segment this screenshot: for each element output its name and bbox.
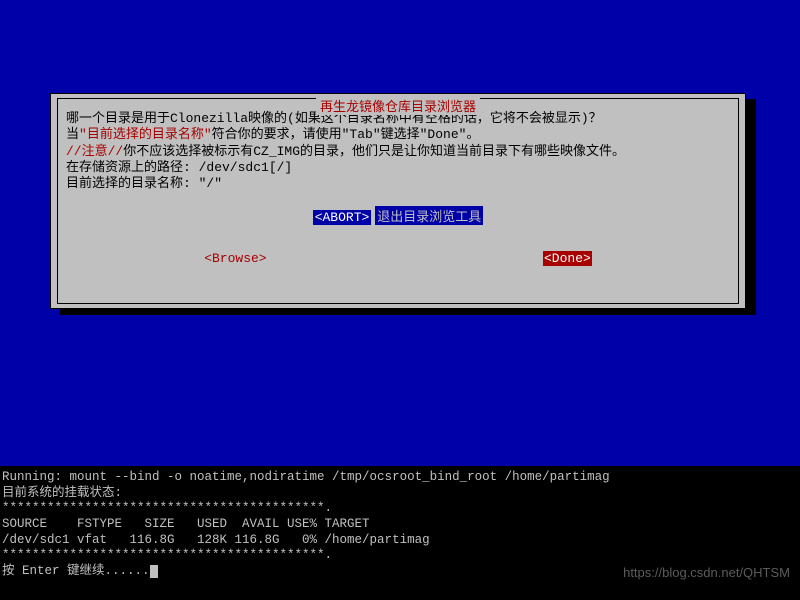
done-button[interactable]: <Done> [543, 251, 592, 266]
body-line5: 目前选择的目录名称: "/" [66, 176, 222, 191]
dialog-body: 哪一个目录是用于Clonezilla映像的(如果这个目录名称中有空格的话，它将不… [66, 111, 730, 192]
body-line4: 在存储资源上的路径: /dev/sdc1[/] [66, 160, 292, 175]
watermark: https://blog.csdn.net/QHTSM [623, 565, 790, 580]
term-l3: ****************************************… [2, 501, 332, 515]
abort-button-label: <ABORT> [315, 210, 370, 225]
abort-row: <ABORT> 退出目录浏览工具 [66, 206, 730, 225]
cursor-icon [150, 565, 158, 578]
term-l1: Running: mount --bind -o noatime,nodirat… [2, 470, 610, 484]
body-line2c: 符合你的要求，请使用"Tab"键选择"Done"。 [212, 127, 480, 142]
term-l4: SOURCE FSTYPE SIZE USED AVAIL USE% TARGE… [2, 517, 370, 531]
body-line2a: 当 [66, 127, 79, 142]
tui-background: 再生龙镜像仓库目录浏览器 哪一个目录是用于Clonezilla映像的(如果这个目… [0, 0, 800, 466]
body-line3b: 你不应该选择被标示有CZ_IMG的目录，他们只是让你知道当前目录下有哪些映像文件… [123, 144, 625, 159]
body-line2-highlight: "目前选择的目录名称" [79, 127, 212, 142]
term-l2: 目前系统的挂载状态: [2, 486, 122, 500]
browse-button[interactable]: <Browse> [204, 251, 266, 266]
term-l6: ****************************************… [2, 548, 332, 562]
term-l5: /dev/sdc1 vfat 116.8G 128K 116.8G 0% /ho… [2, 533, 430, 547]
term-l7: 按 Enter 键继续...... [2, 564, 150, 578]
body-line3-warn: //注意// [66, 144, 123, 159]
button-row: <Browse> <Done> [66, 251, 730, 266]
dialog-inner: 再生龙镜像仓库目录浏览器 哪一个目录是用于Clonezilla映像的(如果这个目… [57, 98, 739, 304]
abort-description: 退出目录浏览工具 [375, 206, 483, 225]
dialog-title: 再生龙镜像仓库目录浏览器 [316, 96, 480, 115]
abort-button[interactable]: <ABORT> [313, 210, 372, 225]
dialog-box: 再生龙镜像仓库目录浏览器 哪一个目录是用于Clonezilla映像的(如果这个目… [50, 93, 746, 309]
